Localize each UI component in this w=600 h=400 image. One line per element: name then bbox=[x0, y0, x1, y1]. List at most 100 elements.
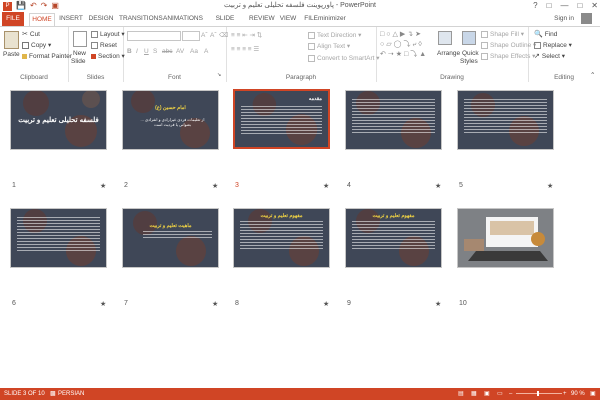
transition-star-icon[interactable]: ★ bbox=[547, 182, 553, 190]
slide-thumbnail-3[interactable]: مقدمه bbox=[233, 89, 330, 149]
help-icon[interactable]: ? bbox=[533, 0, 537, 11]
transition-star-icon[interactable]: ★ bbox=[435, 300, 441, 308]
transition-star-icon[interactable]: ★ bbox=[100, 300, 106, 308]
title-bar: P 💾 ↶ ↷ ▣ پاورپوینت فلسفه تحلیلی تعلیم و… bbox=[0, 0, 600, 12]
tab-animations[interactable]: ANIMATIONS bbox=[163, 13, 203, 25]
align-icons[interactable]: ≡ ≡ ≡ ≡ ☰ bbox=[231, 45, 259, 54]
slide-text-lines bbox=[143, 231, 212, 240]
tab-transitions[interactable]: TRANSITIONS bbox=[119, 13, 163, 25]
quick-styles-button-2[interactable]: Styles bbox=[460, 57, 478, 66]
transition-star-icon[interactable]: ★ bbox=[323, 182, 329, 190]
slide-thumbnail-6[interactable] bbox=[10, 208, 107, 268]
find-button[interactable]: 🔍 Find bbox=[534, 30, 557, 39]
paste-button[interactable]: Paste bbox=[3, 50, 20, 59]
shapes-gallery[interactable]: □○△▶↴➤ ○▱◯⤵⤶◊ ↶➝★□⤵▲ bbox=[380, 30, 432, 64]
avatar[interactable] bbox=[581, 13, 592, 24]
close-button[interactable]: ✕ bbox=[591, 0, 598, 11]
maximize-button[interactable]: □ bbox=[577, 0, 582, 11]
slide-title: امام حسین (ع) bbox=[155, 105, 186, 111]
char-spacing-icon[interactable]: AV bbox=[176, 47, 184, 56]
tab-design[interactable]: DESIGN bbox=[88, 13, 114, 25]
sign-in-link[interactable]: Sign in bbox=[554, 15, 574, 22]
slideshow-view-icon[interactable]: ▭ bbox=[497, 391, 503, 398]
text-line bbox=[352, 114, 435, 115]
strikethrough-icon[interactable]: abc bbox=[162, 47, 172, 56]
format-painter-button[interactable]: Format Painter bbox=[22, 52, 72, 61]
slide-thumbnail-10[interactable] bbox=[457, 208, 554, 268]
slide-thumbnail-7[interactable]: ماهیت تعلیم و تربیت bbox=[122, 208, 219, 268]
transition-star-icon[interactable]: ★ bbox=[212, 300, 218, 308]
new-slide-icon[interactable] bbox=[73, 31, 87, 47]
zoom-level[interactable]: 90 % bbox=[571, 391, 585, 398]
convert-smartart-button[interactable]: Convert to SmartArt ▾ bbox=[308, 54, 380, 63]
transition-star-icon[interactable]: ★ bbox=[435, 182, 441, 190]
reset-button[interactable]: Reset bbox=[91, 41, 117, 50]
text-line bbox=[464, 99, 547, 100]
quick-styles-icon[interactable] bbox=[462, 31, 476, 45]
paste-icon[interactable] bbox=[4, 31, 19, 49]
underline-icon[interactable]: U bbox=[144, 47, 149, 56]
fit-slide-icon[interactable]: ▣ bbox=[590, 391, 596, 398]
text-line bbox=[240, 248, 323, 249]
align-text-button[interactable]: Align Text ▾ bbox=[308, 42, 350, 51]
font-color-icon[interactable]: A bbox=[204, 47, 208, 56]
slide-title: ماهیت تعلیم و تربیت bbox=[149, 223, 192, 229]
bold-icon[interactable]: B bbox=[127, 47, 132, 56]
select-button[interactable]: ↗ Select ▾ bbox=[534, 52, 565, 61]
tab-fileminimizer[interactable]: FILEminimizer bbox=[304, 13, 346, 25]
zoom-slider[interactable] bbox=[516, 393, 562, 394]
select-icon: ↗ bbox=[534, 53, 540, 60]
tab-insert[interactable]: INSERT bbox=[58, 13, 84, 25]
text-direction-button[interactable]: Text Direction ▾ bbox=[308, 31, 361, 40]
slide-thumbnail-2[interactable]: امام حسین (ع) از تعلیمات فردی غیرارادی و… bbox=[122, 90, 219, 150]
arrange-button[interactable]: Arrange bbox=[437, 49, 460, 58]
collapse-ribbon-icon[interactable]: ⌃ bbox=[590, 71, 595, 80]
text-line bbox=[241, 121, 322, 122]
zoom-in-button[interactable]: + bbox=[563, 391, 567, 398]
tab-home[interactable]: HOME bbox=[29, 13, 55, 27]
shrink-font-icon[interactable]: Aˇ bbox=[210, 31, 217, 40]
slide-thumbnail-9[interactable]: مفهوم تعلیم و تربیت bbox=[345, 208, 442, 268]
font-size-input[interactable] bbox=[182, 31, 200, 41]
language-status[interactable]: PERSIAN bbox=[58, 391, 84, 398]
ribbon-display-icon[interactable]: □ bbox=[547, 0, 552, 11]
grow-font-icon[interactable]: Aˆ bbox=[201, 31, 208, 40]
slide-subtitle: از تعلیمات فردی غیرارادی و انفرادی ... ب… bbox=[140, 117, 205, 127]
slide-thumbnail-4[interactable] bbox=[345, 90, 442, 150]
zoom-slider-thumb[interactable] bbox=[537, 391, 539, 396]
slide-thumbnail-1[interactable]: فلسفه تحلیلی تعلیم و تربیت bbox=[10, 90, 107, 150]
tab-file[interactable]: FILE bbox=[2, 12, 24, 26]
change-case-icon[interactable]: Aa bbox=[190, 47, 198, 56]
slide-sorter: فلسفه تحلیلی تعلیم و تربیت 1 ★ امام حسین… bbox=[0, 82, 600, 388]
transition-star-icon[interactable]: ★ bbox=[323, 300, 329, 308]
tab-review[interactable]: REVIEW bbox=[249, 13, 275, 25]
slide-number: 8 bbox=[235, 300, 239, 307]
arrange-icon[interactable] bbox=[438, 31, 452, 45]
transition-star-icon[interactable]: ★ bbox=[100, 182, 106, 190]
convert-smartart-label: Convert to SmartArt bbox=[317, 55, 375, 62]
tab-slide-show[interactable]: SLIDE SHOW bbox=[208, 13, 242, 34]
shadow-icon[interactable]: S bbox=[153, 47, 157, 56]
tab-view[interactable]: VIEW bbox=[278, 13, 298, 25]
reading-view-icon[interactable]: ▣ bbox=[484, 391, 490, 398]
cut-button[interactable]: ✂ Cut bbox=[22, 30, 40, 39]
copy-button[interactable]: Copy ▾ bbox=[22, 41, 51, 50]
new-slide-button-2[interactable]: Slide bbox=[71, 57, 85, 66]
replace-button[interactable]: Replace ▾ bbox=[534, 41, 572, 50]
bullets-icon[interactable]: ≡ ≡ ⇤ ⇥ ⇅ bbox=[231, 31, 262, 40]
slide-sorter-view-icon[interactable]: ▦ bbox=[471, 391, 477, 398]
layout-button[interactable]: Layout ▾ bbox=[91, 30, 125, 39]
proofing-icon[interactable]: ▩ bbox=[50, 391, 56, 398]
transition-star-icon[interactable]: ★ bbox=[212, 182, 218, 190]
minimize-button[interactable]: — bbox=[560, 0, 568, 11]
section-button[interactable]: Section ▾ bbox=[91, 52, 125, 61]
text-line bbox=[352, 221, 435, 222]
slide-thumbnail-5[interactable] bbox=[457, 90, 554, 150]
slide-number: 10 bbox=[459, 300, 467, 307]
font-family-input[interactable] bbox=[127, 31, 181, 41]
normal-view-icon[interactable]: ▤ bbox=[458, 391, 464, 398]
shape-fill-button[interactable]: Shape Fill ▾ bbox=[481, 30, 524, 39]
italic-icon[interactable]: I bbox=[136, 47, 138, 56]
zoom-out-button[interactable]: – bbox=[509, 391, 512, 398]
slide-thumbnail-8[interactable]: مفهوم تعلیم و تربیت bbox=[233, 208, 330, 268]
